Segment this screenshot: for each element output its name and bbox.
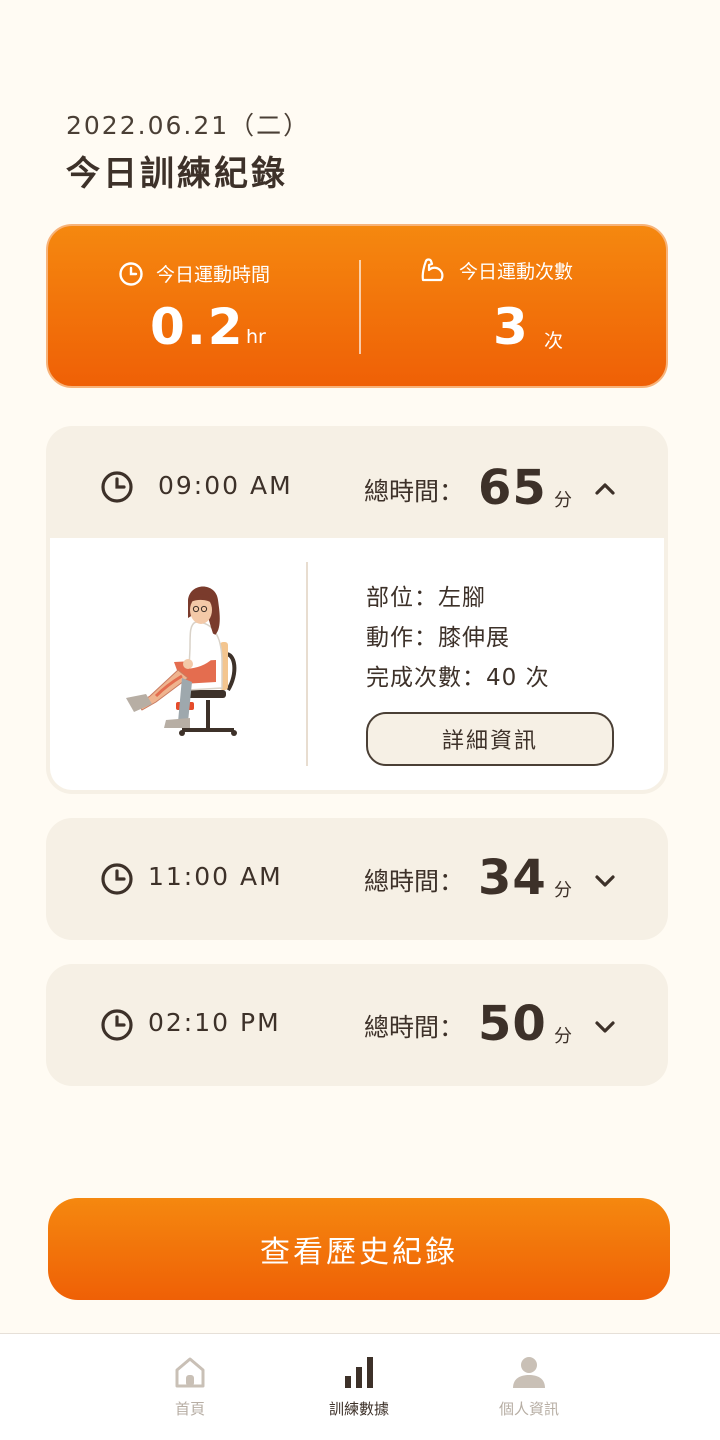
body-part-text: 部位：左腳 [366,585,486,611]
header-date: 2022.06.21（二） [66,111,311,140]
summary-card: 今日運動時間 0.2 hr 今日運動次數 3 次 [46,224,668,388]
reps-text: 完成次數：40 次 [366,665,550,691]
tab-label: 個人資訊 [498,1400,559,1418]
total-time-value: 65 [478,460,547,516]
total-time-unit: 分 [554,490,572,511]
clock-icon [119,261,143,286]
chevron-up-icon[interactable] [592,476,618,502]
tab-home[interactable]: 首頁 [110,1334,270,1440]
total-time-value: 34 [478,850,547,906]
action-text: 動作：膝伸展 [366,625,510,651]
person-icon [513,1357,545,1388]
total-time-label: 總時間： [364,867,465,896]
clock-icon [101,863,133,895]
exercise-time-label: 今日運動時間 [156,264,271,286]
total-time-value: 50 [478,996,547,1052]
bottom-tab-bar: 首頁 訓練數據 個人資訊 [0,1333,720,1440]
exercise-count-label: 今日運動次數 [459,260,574,283]
tab-training-data[interactable]: 訓練數據 [279,1334,439,1440]
exercise-count-panel: 今日運動次數 3 次 [359,226,670,386]
tab-profile[interactable]: 個人資訊 [449,1334,609,1440]
session-card[interactable]: 02:10 PM 總時間： 50 分 [46,964,668,1086]
clock-icon [101,1009,133,1041]
bar-chart-icon [345,1357,373,1388]
total-time-unit: 分 [554,880,572,901]
exercise-time-value: 0.2 [150,298,245,356]
exercise-illustration [126,586,237,736]
page-title: 今日訓練紀錄 [66,154,288,194]
exercise-count-unit: 次 [544,330,564,352]
session-details: 部位：左腳 動作：膝伸展 完成次數：40 次 詳細資訊 [50,538,664,790]
tab-label: 訓練數據 [328,1400,389,1418]
tab-label: 首頁 [174,1400,205,1418]
chevron-down-icon[interactable] [592,1014,618,1040]
chevron-down-icon[interactable] [592,868,618,894]
details-button[interactable]: 詳細資訊 [366,712,614,766]
view-history-button[interactable]: 查看歷史紀錄 [48,1198,670,1300]
session-header[interactable]: 09:00 AM 總時間： 65 分 [46,426,668,538]
session-header[interactable]: 11:00 AM 總時間： 34 分 [46,818,668,940]
exercise-time-panel: 今日運動時間 0.2 hr [48,226,359,386]
total-time-label: 總時間： [364,1013,465,1042]
flexed-arm-icon [421,258,444,282]
home-icon [175,1357,205,1388]
total-time-label: 總時間： [364,477,465,506]
exercise-count-value: 3 [493,298,530,356]
session-card[interactable]: 11:00 AM 總時間： 34 分 [46,818,668,940]
session-card: 09:00 AM 總時間： 65 分 部位：左腳 動作：膝伸展 完成次數：40 … [46,426,668,794]
session-time: 11:00 AM [148,862,283,891]
clock-icon [101,471,133,503]
session-header[interactable]: 02:10 PM 總時間： 50 分 [46,964,668,1086]
session-time: 09:00 AM [158,471,293,500]
session-time: 02:10 PM [148,1008,281,1037]
total-time-unit: 分 [554,1026,572,1047]
exercise-time-unit: hr [246,326,266,348]
details-divider [306,562,308,766]
